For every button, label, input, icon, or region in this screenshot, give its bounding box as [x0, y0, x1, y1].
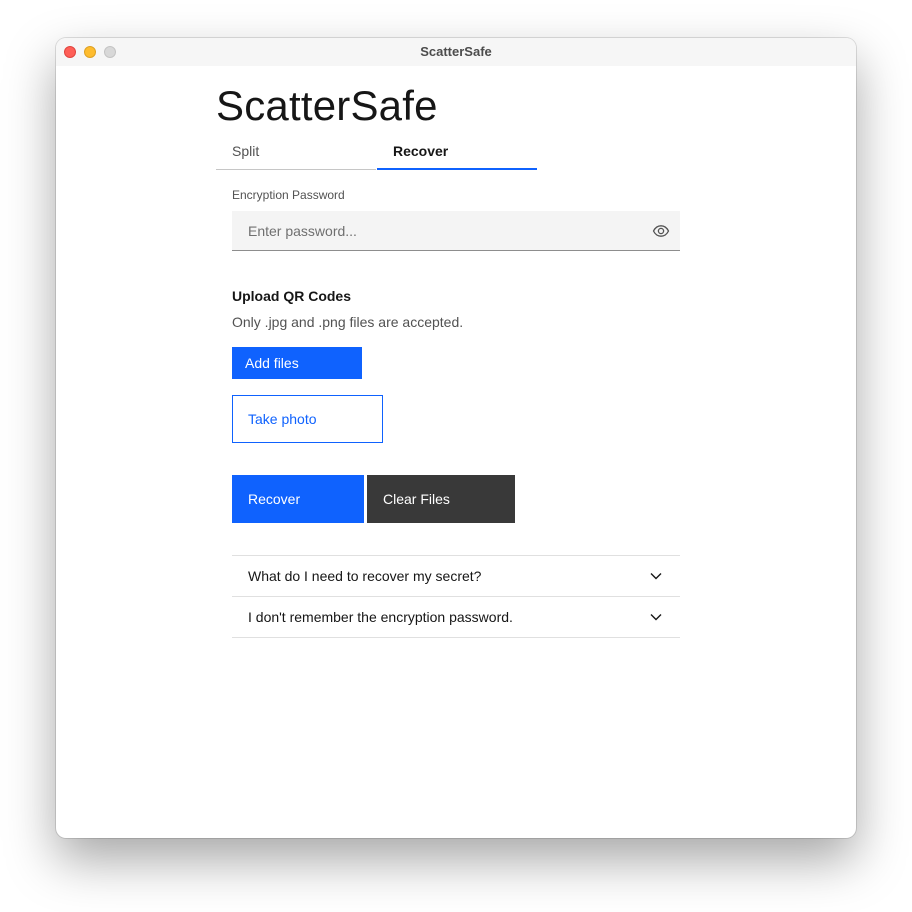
tab-recover[interactable]: Recover — [377, 136, 537, 170]
add-files-button[interactable]: Add files — [232, 347, 362, 379]
faq-item-recover-requirements[interactable]: What do I need to recover my secret? — [232, 556, 680, 597]
password-label: Encryption Password — [232, 188, 345, 202]
faq-accordion: What do I need to recover my secret? I d… — [232, 555, 680, 638]
app-window: ScatterSafe ScatterSafe Split Recover En… — [56, 38, 856, 838]
title-bar: ScatterSafe — [56, 38, 856, 66]
eye-icon[interactable] — [652, 222, 670, 240]
password-field — [232, 211, 680, 251]
password-input[interactable] — [232, 211, 632, 250]
clear-files-button[interactable]: Clear Files — [367, 475, 515, 523]
faq-question: What do I need to recover my secret? — [248, 568, 482, 584]
tab-split[interactable]: Split — [216, 136, 376, 170]
recover-button[interactable]: Recover — [232, 475, 364, 523]
tab-list: Split Recover — [216, 136, 537, 170]
upload-hint: Only .jpg and .png files are accepted. — [232, 314, 464, 330]
window-title: ScatterSafe — [420, 44, 492, 59]
chevron-down-icon — [650, 614, 662, 621]
page-title: ScatterSafe — [216, 82, 438, 129]
chevron-down-icon — [650, 573, 662, 580]
take-photo-button[interactable]: Take photo — [232, 395, 383, 443]
faq-item-forgot-password[interactable]: I don't remember the encryption password… — [232, 597, 680, 638]
faq-question: I don't remember the encryption password… — [248, 609, 513, 625]
upload-heading: Upload QR Codes — [232, 288, 352, 304]
